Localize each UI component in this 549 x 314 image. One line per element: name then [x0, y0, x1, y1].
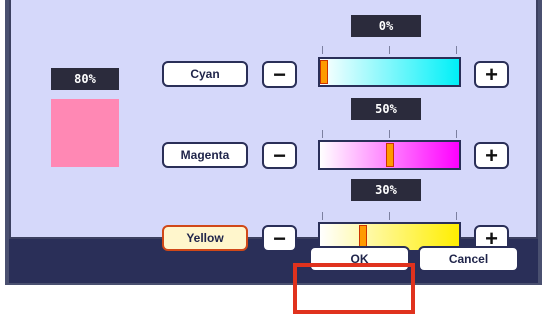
- cyan-tick: [322, 46, 323, 54]
- yellow-percent: 30%: [351, 179, 421, 201]
- yellow-tick: [389, 212, 390, 220]
- density-value: 80%: [51, 68, 119, 90]
- magenta-slider[interactable]: [318, 140, 461, 170]
- color-preview-swatch: [51, 99, 119, 167]
- cyan-button[interactable]: Cyan: [162, 61, 248, 87]
- minus-icon: −: [273, 225, 286, 251]
- cyan-tick: [389, 46, 390, 54]
- magenta-plus-button[interactable]: +: [474, 142, 509, 169]
- plus-icon: +: [485, 142, 498, 168]
- yellow-tick: [322, 212, 323, 220]
- cyan-tick: [456, 46, 457, 54]
- cancel-button[interactable]: Cancel: [418, 246, 519, 272]
- minus-icon: −: [273, 61, 286, 87]
- magenta-minus-button[interactable]: −: [262, 142, 297, 169]
- magenta-button[interactable]: Magenta: [162, 142, 248, 168]
- magenta-percent: 50%: [351, 98, 421, 120]
- plus-icon: +: [485, 61, 498, 87]
- magenta-tick: [389, 130, 390, 138]
- cyan-percent: 0%: [351, 15, 421, 37]
- magenta-tick: [322, 130, 323, 138]
- yellow-button[interactable]: Yellow: [162, 225, 248, 251]
- yellow-minus-button[interactable]: −: [262, 225, 297, 252]
- cyan-plus-button[interactable]: +: [474, 61, 509, 88]
- minus-icon: −: [273, 142, 286, 168]
- yellow-tick: [456, 212, 457, 220]
- cyan-slider-thumb[interactable]: [320, 60, 328, 84]
- magenta-tick: [456, 130, 457, 138]
- cyan-slider[interactable]: [318, 57, 461, 87]
- cyan-minus-button[interactable]: −: [262, 61, 297, 88]
- ok-highlight-box: [293, 263, 415, 314]
- magenta-slider-thumb[interactable]: [386, 143, 394, 167]
